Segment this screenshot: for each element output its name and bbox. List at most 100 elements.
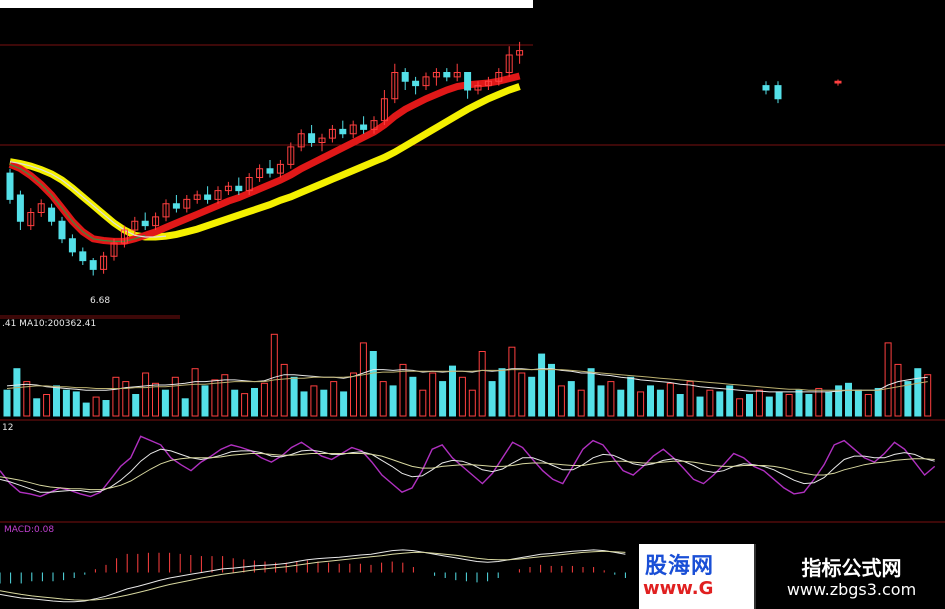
- volume-bar: [795, 389, 803, 417]
- volume-bar: [300, 391, 308, 417]
- volume-bar: [132, 394, 140, 417]
- volume-bar: [587, 368, 595, 417]
- volume-bar: [260, 382, 268, 417]
- volume-bar: [270, 333, 278, 417]
- volume-bar: [815, 387, 823, 417]
- volume-bar: [647, 385, 654, 417]
- volume-bar: [112, 376, 120, 417]
- volume-bar: [320, 389, 328, 417]
- candle-body: [6, 172, 14, 200]
- volume-bar: [369, 351, 377, 417]
- candle-body: [235, 185, 243, 192]
- volume-bar: [211, 379, 219, 417]
- volume-bar: [161, 389, 169, 417]
- volume-label: .41 MA10:200362.41: [2, 319, 96, 329]
- price-panel: [6, 41, 842, 276]
- volume-bar: [854, 389, 862, 417]
- volume-bar: [478, 351, 486, 417]
- volume-bar: [765, 396, 773, 417]
- volume-bar: [548, 363, 555, 417]
- macd-panel: [0, 549, 626, 603]
- volume-bar: [696, 396, 704, 417]
- volume-bar: [3, 389, 11, 417]
- volume-bar: [627, 376, 635, 417]
- volume-bar: [845, 382, 852, 417]
- volume-bar: [755, 389, 763, 417]
- volume-bar: [171, 376, 179, 417]
- volume-bar: [409, 376, 417, 417]
- candle-body: [204, 194, 212, 200]
- volume-bar: [43, 394, 51, 417]
- volume-bar: [310, 385, 318, 417]
- volume-bar: [617, 389, 625, 417]
- candle-body: [16, 194, 24, 222]
- volume-bar: [201, 385, 209, 417]
- candle-body: [58, 220, 66, 240]
- candle-body: [68, 238, 76, 253]
- volume-bar: [746, 394, 753, 417]
- volume-bar: [379, 381, 387, 417]
- volume-bar: [914, 368, 922, 417]
- volume-bar: [221, 374, 229, 417]
- candle-body: [308, 133, 316, 143]
- volume-bar: [637, 391, 645, 417]
- volume-bar: [62, 389, 70, 417]
- volume-bar: [577, 389, 585, 417]
- volume-bar: [805, 394, 813, 417]
- volume-bar: [92, 396, 100, 417]
- candle-body: [79, 251, 87, 262]
- volume-bar: [142, 372, 150, 417]
- ma-red-band: [8, 72, 521, 245]
- volume-ma-line: [6, 368, 928, 393]
- volume-bar: [468, 389, 476, 417]
- volume-bar: [241, 393, 249, 417]
- watermark-right-title: 指标公式网: [801, 556, 902, 580]
- volume-bar: [676, 394, 684, 417]
- watermark-left-url: www.G: [643, 578, 714, 599]
- volume-bar: [508, 346, 516, 417]
- volume-bar: [280, 363, 288, 417]
- volume-bar: [231, 389, 239, 417]
- candle-body: [266, 168, 274, 174]
- candle-body: [774, 85, 782, 100]
- candle-body: [172, 203, 180, 209]
- candle-body: [464, 72, 472, 91]
- volume-bar: [538, 353, 546, 417]
- volume-bar: [72, 391, 80, 417]
- volume-bar: [290, 376, 298, 417]
- candle-body: [412, 80, 420, 87]
- volume-bar: [528, 376, 536, 417]
- volume-bar: [449, 365, 456, 417]
- volume-bar: [13, 368, 21, 417]
- volume-bar: [33, 398, 41, 417]
- volume-bar: [251, 387, 258, 417]
- volume-bar: [557, 385, 565, 417]
- oscillator-label: 12: [2, 423, 13, 433]
- volume-bar: [399, 363, 407, 417]
- volume-bar: [904, 381, 912, 417]
- volume-bar: [191, 368, 199, 417]
- candle-body: [401, 72, 409, 82]
- volume-bar: [389, 385, 397, 417]
- volume-bar: [597, 385, 605, 417]
- volume-bar: [607, 381, 615, 417]
- panel-grid: [0, 44, 945, 523]
- candle-body: [443, 72, 451, 78]
- volume-bar: [359, 342, 367, 417]
- volume-bar: [716, 391, 724, 417]
- oscillator-purple-line: [0, 435, 936, 498]
- volume-bar: [666, 382, 674, 417]
- ma-yellow-band: [9, 83, 521, 241]
- macd-dea-line: [0, 550, 626, 601]
- volume-bar: [706, 389, 714, 417]
- volume-bar: [567, 381, 575, 417]
- volume-bar: [419, 389, 427, 417]
- volume-bar: [340, 391, 348, 417]
- volume-bar: [458, 376, 466, 417]
- volume-bar: [498, 368, 506, 417]
- volume-bar: [82, 402, 90, 417]
- volume-bar: [736, 398, 744, 417]
- volume-bar: [439, 381, 447, 417]
- volume-bar: [102, 400, 110, 417]
- volume-bar: [53, 385, 60, 417]
